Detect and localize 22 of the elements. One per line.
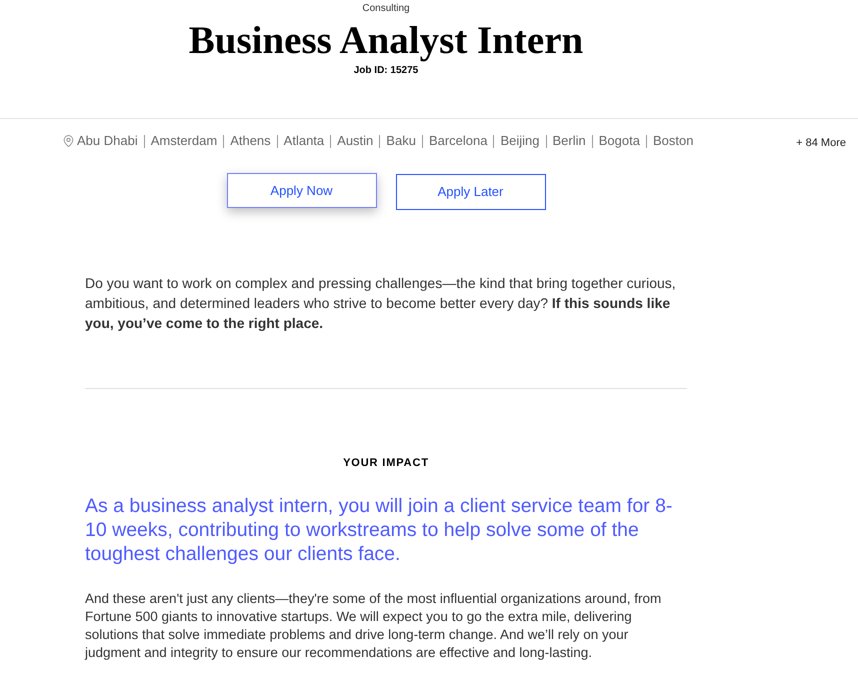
location-link[interactable]: Berlin	[552, 133, 586, 149]
more-locations-link[interactable]: + 84 More	[796, 136, 846, 150]
location-link[interactable]: Austin	[337, 133, 374, 149]
category-label: Consulting	[362, 3, 410, 15]
location-link[interactable]: Boston	[652, 133, 694, 149]
location-link[interactable]: Atlanta	[284, 133, 324, 149]
intro-paragraph: Do you want to work on complex and pressing challenges—the kind that bring together curious, ambitious, and determined leaders who strive to become better every day? If this sounds like you, you’ve come to the right place.	[85, 274, 677, 333]
section-heading: YOUR IMPACT	[343, 456, 429, 470]
job-title: Business Analyst Intern	[188, 20, 584, 62]
location-link[interactable]: Baku	[386, 133, 416, 149]
location-link[interactable]: Athens	[230, 133, 271, 149]
job-id: Job ID: 15275	[354, 65, 418, 77]
apply-button[interactable]: Apply Later	[396, 174, 546, 210]
location-pin-icon	[62, 134, 75, 148]
apply-button[interactable]: Apply Now	[226, 173, 376, 208]
impact-lead: As a business analyst intern, you will join a client service team for 8-10 weeks, contributing to workstreams to help solve some of the toughest challenges our clients face.	[85, 494, 674, 566]
location-link[interactable]: Amsterdam	[150, 133, 218, 149]
location-link[interactable]: Bogota	[598, 133, 640, 149]
location-link[interactable]: Barcelona	[428, 133, 488, 149]
impact-paragraph: And these aren't just any clients—they're some of the most influential organizations around, from Fortune 500 giants to innovative startups. We will expect you to go the extra mile, delivering solutions that solve immediate problems and drive long-term change. And we’ll rely on your judgment and integrity to ensure our recommendations are effective and long-lasting.	[85, 590, 662, 662]
location-link[interactable]: Abu Dhabi	[77, 133, 138, 149]
location-link[interactable]: Beijing	[500, 133, 540, 149]
